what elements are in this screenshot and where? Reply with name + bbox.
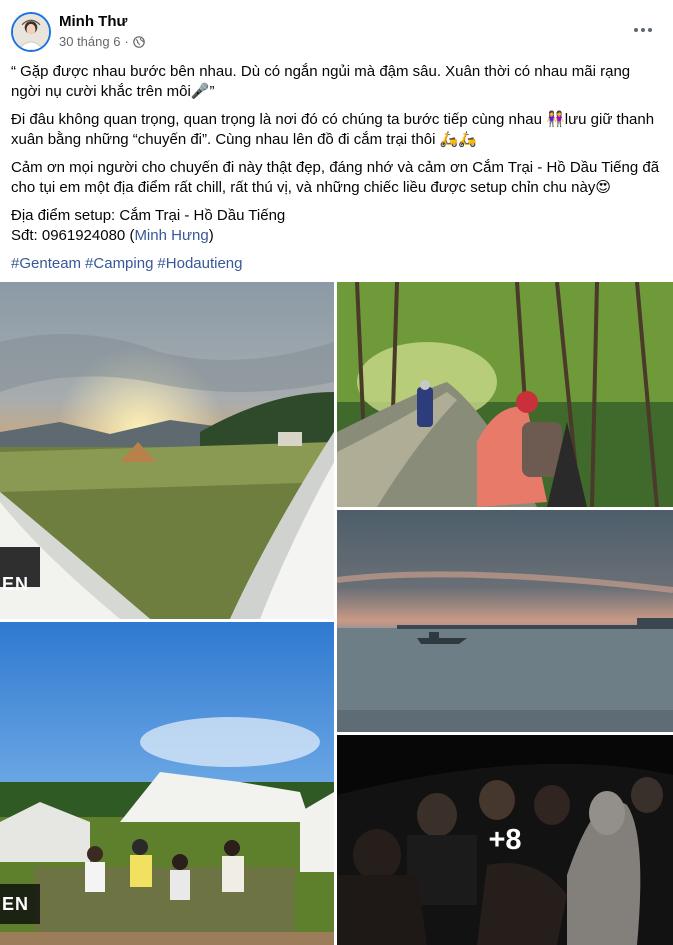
avatar-image bbox=[13, 14, 49, 50]
hashtag-line: #Genteam #Camping #Hodautieng bbox=[11, 254, 661, 274]
post-paragraph-2: Đi đâu không quan trọng, quan trọng là n… bbox=[11, 111, 659, 148]
post-paragraph-3: Cảm ơn mọi người cho chuyến đi này thật … bbox=[11, 159, 664, 196]
more-photos-count: +8 bbox=[488, 823, 522, 856]
photo-forest-road-image bbox=[337, 282, 673, 507]
author-avatar[interactable] bbox=[11, 12, 51, 52]
globe-icon[interactable] bbox=[132, 35, 145, 48]
photo-forest-road[interactable] bbox=[337, 282, 673, 507]
post-meta: 30 tháng 6 · bbox=[59, 34, 145, 49]
phone-suffix: ) bbox=[208, 227, 214, 244]
phone-number: Sđt: 0961924080 ( bbox=[11, 227, 135, 244]
post-content: “ Gặp được nhau bước bên nhau. Dù có ngắ… bbox=[11, 62, 661, 282]
photo-group-campsite[interactable]: EN bbox=[0, 622, 334, 945]
more-photos-overlay[interactable]: +8 bbox=[337, 735, 673, 945]
hashtag-camping[interactable]: #Camping bbox=[85, 255, 153, 272]
post-date[interactable]: 30 tháng 6 bbox=[59, 34, 120, 49]
post-header: Minh Thư 30 tháng 6 · bbox=[0, 0, 673, 60]
more-dot bbox=[648, 28, 652, 32]
author-name[interactable]: Minh Thư bbox=[59, 13, 127, 30]
more-options-button[interactable] bbox=[625, 16, 661, 44]
mention-link[interactable]: Minh Hưng bbox=[134, 227, 208, 244]
photo-sunset-camp[interactable]: EN bbox=[0, 282, 334, 619]
hashtag-genteam[interactable]: #Genteam bbox=[11, 255, 81, 272]
photo-watermark: EN bbox=[2, 574, 30, 594]
hashtag-hodautieng[interactable]: #Hodautieng bbox=[157, 255, 242, 272]
post-paragraph-1: “ Gặp được nhau bước bên nhau. Dù có ngắ… bbox=[11, 63, 635, 100]
photo-watermark-2: EN bbox=[2, 894, 30, 914]
photo-gallery: EN EN +8 bbox=[0, 282, 673, 945]
photo-lake-twilight[interactable] bbox=[337, 510, 673, 732]
photo-lake-twilight-image bbox=[337, 510, 673, 732]
photo-night-tent[interactable]: +8 bbox=[337, 735, 673, 945]
meta-separator: · bbox=[124, 34, 129, 49]
more-dot bbox=[641, 28, 645, 32]
location-line: Địa điểm setup: Cắm Trại - Hồ Dầu Tiếng bbox=[11, 207, 286, 224]
more-horizontal-icon bbox=[634, 28, 638, 32]
phone-line: Sđt: 0961924080 (Minh Hưng) bbox=[11, 226, 661, 246]
photo-sunset-camp-image bbox=[0, 282, 334, 619]
photo-group-campsite-image bbox=[0, 622, 334, 945]
